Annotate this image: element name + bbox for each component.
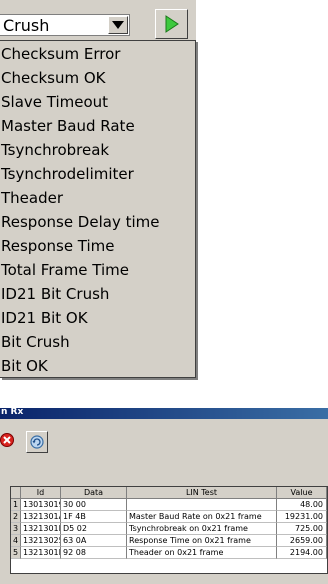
cell-id: 1321301F: [21, 547, 61, 559]
row-number: 5: [11, 547, 21, 559]
cell-value: 48.00: [277, 499, 327, 511]
cell-data: 1F 4B: [61, 511, 127, 523]
dropdown-item[interactable]: Theader: [0, 187, 191, 210]
column-header-data[interactable]: Data: [61, 487, 127, 499]
dropdown-item[interactable]: Checksum Error: [0, 43, 191, 66]
table-row[interactable]: 1 13013019 30 00 48.00: [11, 499, 327, 511]
stop-icon[interactable]: [0, 433, 14, 447]
combo-dropdown-button[interactable]: [108, 16, 128, 34]
table-row[interactable]: 2 1321301A 1F 4B Master Baud Rate on 0x2…: [11, 511, 327, 523]
test-type-combo[interactable]: Crush: [0, 14, 130, 36]
table-row[interactable]: 5 1321301F 92 08 Theader on 0x21 frame 2…: [11, 547, 327, 559]
column-header-id[interactable]: Id: [21, 487, 61, 499]
window-title: n Rx: [1, 407, 24, 417]
dropdown-item[interactable]: Tsynchrodelimiter: [0, 163, 191, 186]
column-header-lin-test[interactable]: LIN Test: [127, 487, 277, 499]
dropdown-item[interactable]: Master Baud Rate: [0, 115, 191, 138]
dropdown-item[interactable]: Bit Crush: [0, 331, 191, 354]
run-button[interactable]: [155, 9, 188, 39]
cell-data: 63 0A: [61, 535, 127, 547]
row-number: 2: [11, 511, 21, 523]
test-type-dropdown: Checksum Error Checksum OK Slave Timeout…: [0, 40, 196, 378]
column-header-value[interactable]: Value: [277, 487, 327, 499]
cell-id: 13213025: [21, 535, 61, 547]
dropdown-item[interactable]: Slave Timeout: [0, 91, 191, 114]
cell-data: 30 00: [61, 499, 127, 511]
dropdown-item[interactable]: Tsynchrobreak: [0, 139, 191, 162]
cell-value: 19231.00: [277, 511, 327, 523]
dropdown-item[interactable]: Total Frame Time: [0, 259, 191, 282]
dropdown-item[interactable]: Bit OK: [0, 355, 191, 378]
dropdown-item[interactable]: Checksum OK: [0, 67, 191, 90]
cell-value: 2194.00: [277, 547, 327, 559]
refresh-button[interactable]: [26, 431, 48, 453]
column-header-rownum: [11, 487, 21, 499]
toolbar: Crush: [0, 0, 196, 42]
cell-value: 2659.00: [277, 535, 327, 547]
row-number: 3: [11, 523, 21, 535]
cell-lin-test: Response Time on 0x21 frame: [127, 535, 277, 547]
cell-id: 1321301A: [21, 511, 61, 523]
cell-lin-test: Tsynchrobreak on 0x21 frame: [127, 523, 277, 535]
results-table: Id Data LIN Test Value 1 13013019 30 00 …: [10, 486, 328, 574]
dropdown-item[interactable]: Response Time: [0, 235, 191, 258]
cell-value: 725.00: [277, 523, 327, 535]
row-number: 4: [11, 535, 21, 547]
cell-lin-test: Master Baud Rate on 0x21 frame: [127, 511, 277, 523]
dropdown-item[interactable]: ID21 Bit Crush: [0, 283, 191, 306]
cell-data: D5 02: [61, 523, 127, 535]
table-row[interactable]: 3 1321301D D5 02 Tsynchrobreak on 0x21 f…: [11, 523, 327, 535]
table-row[interactable]: 4 13213025 63 0A Response Time on 0x21 f…: [11, 535, 327, 547]
cell-id: 1321301D: [21, 523, 61, 535]
cell-lin-test: Theader on 0x21 frame: [127, 547, 277, 559]
cell-data: 92 08: [61, 547, 127, 559]
dropdown-item[interactable]: Response Delay time: [0, 211, 191, 234]
cell-lin-test: [127, 499, 277, 511]
combo-value: Crush: [3, 16, 50, 35]
window-title-bar[interactable]: n Rx: [0, 407, 328, 419]
dropdown-item[interactable]: ID21 Bit OK: [0, 307, 191, 330]
row-number: 1: [11, 499, 21, 511]
cell-id: 13013019: [21, 499, 61, 511]
